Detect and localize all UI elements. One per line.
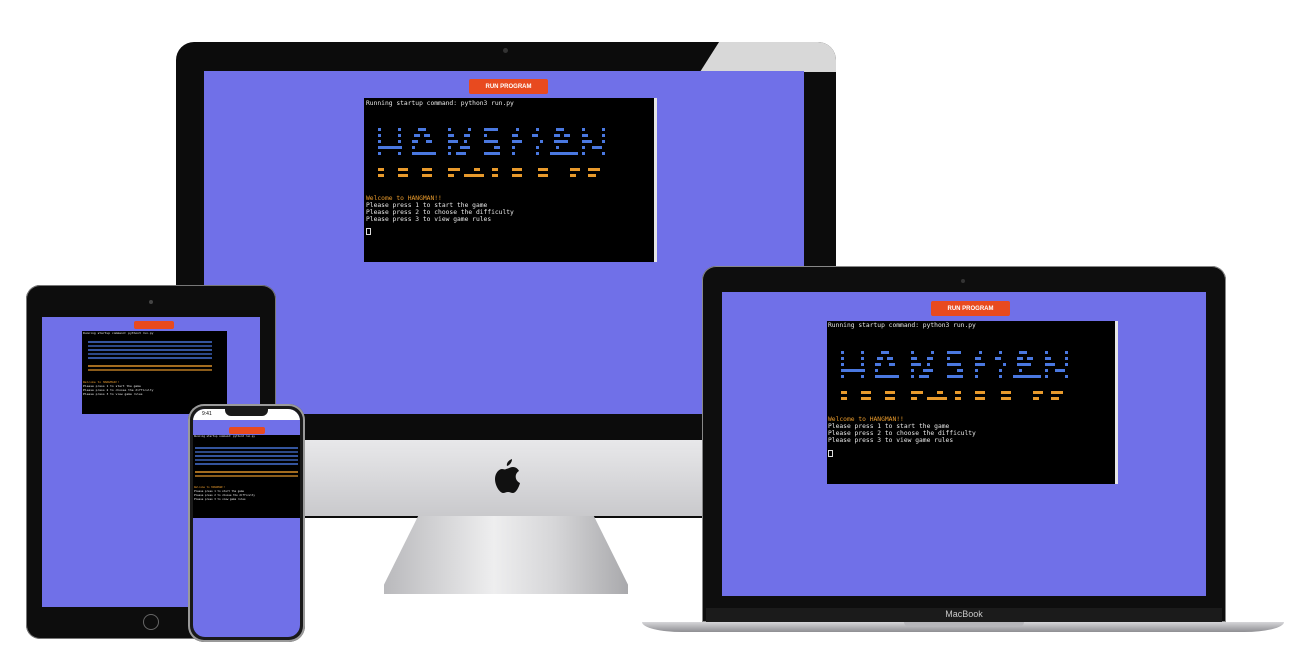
run-program-button[interactable]: RUN PROGRAM — [229, 427, 265, 434]
terminal[interactable]: Running startup command: python3 run.py … — [827, 321, 1118, 484]
terminal-command-line: Running startup command: python3 run.py — [828, 322, 976, 329]
apple-logo-icon — [495, 459, 520, 493]
macbook-camera — [961, 279, 965, 283]
terminal-option-3: Please press 3 to view game rules — [194, 498, 246, 501]
ipad-home-button[interactable] — [143, 614, 159, 630]
run-program-button[interactable]: RUN PROGRAM — [469, 79, 548, 94]
hangman-ascii-art — [195, 447, 298, 477]
terminal-scrollbar[interactable] — [1115, 321, 1118, 484]
terminal[interactable]: Running startup command: python3 run.py … — [193, 435, 300, 518]
imac-glare — [700, 42, 836, 72]
hangman-ascii-art — [378, 128, 605, 177]
terminal-scrollbar[interactable] — [654, 98, 657, 262]
terminal[interactable]: Running startup command: python3 run.py … — [364, 98, 657, 262]
terminal-command-line: Running startup command: python3 run.py — [194, 435, 255, 438]
macbook-opening-notch — [904, 622, 1024, 627]
imac-camera — [503, 48, 508, 53]
terminal-command-line: Running startup command: python3 run.py — [83, 331, 154, 335]
terminal-option-3: Please press 3 to view game rules — [83, 392, 143, 396]
macbook-brand: MacBook — [945, 609, 983, 619]
terminal-option-3: Please press 3 to view game rules — [828, 437, 954, 444]
terminal-cursor — [828, 450, 833, 457]
run-program-button[interactable]: RUN PROGRAM — [134, 321, 174, 329]
hangman-ascii-art — [841, 351, 1068, 400]
hangman-ascii-art — [88, 341, 212, 371]
iphone-notch — [225, 409, 268, 416]
iphone-status-time: 9:41 — [202, 411, 212, 417]
run-program-button[interactable]: RUN PROGRAM — [931, 301, 1010, 316]
macbook-screen: RUN PROGRAM Running startup command: pyt… — [722, 292, 1206, 596]
terminal[interactable]: Running startup command: python3 run.py … — [82, 331, 227, 414]
terminal-cursor — [366, 228, 371, 235]
terminal-command-line: Running startup command: python3 run.py — [366, 100, 514, 107]
ipad-camera — [149, 300, 153, 304]
iphone-screen: 9:41 RUN PROGRAM Running startup command… — [193, 409, 300, 637]
imac-stand — [384, 516, 628, 594]
terminal-option-3: Please press 3 to view game rules — [366, 216, 492, 223]
